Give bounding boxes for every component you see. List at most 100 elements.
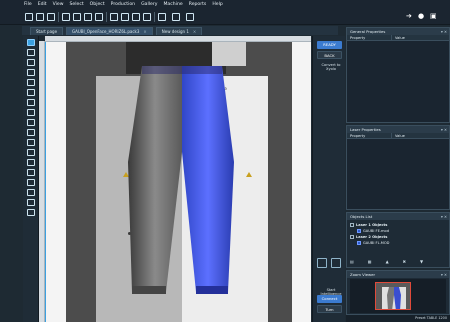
save-icon[interactable] bbox=[47, 13, 55, 21]
menu-reports[interactable]: Reports bbox=[189, 0, 207, 9]
list-item[interactable]: Laser 1 Objects bbox=[350, 223, 387, 227]
menu-object[interactable]: Object bbox=[90, 0, 105, 9]
zoom-jeans-preview bbox=[376, 283, 410, 309]
pointer-tool-icon[interactable] bbox=[27, 39, 35, 46]
checkbox-icon[interactable] bbox=[350, 235, 354, 239]
magic-wand-icon[interactable] bbox=[331, 258, 341, 268]
panel-window-controls-icon[interactable]: ▾ ✕ bbox=[441, 214, 447, 221]
paste-icon[interactable] bbox=[84, 13, 92, 21]
close-icon[interactable]: × bbox=[143, 29, 146, 34]
delete-icon[interactable] bbox=[95, 13, 103, 21]
list-item-label: GAUBI FL.MOD bbox=[363, 241, 390, 245]
convert-label[interactable]: Convert to Xyolo bbox=[317, 63, 345, 71]
list-item-label: Laser 1 Objects bbox=[356, 223, 388, 227]
panel-title-text: Laser Properties bbox=[350, 127, 381, 132]
cut-icon[interactable] bbox=[62, 13, 70, 21]
toolbar-divider bbox=[106, 12, 107, 22]
checkbox-icon[interactable] bbox=[350, 223, 354, 227]
zoom-preview[interactable] bbox=[350, 279, 446, 313]
main-toolbar: ➔ ● ▣ bbox=[0, 9, 450, 25]
window-icon[interactable]: ▣ bbox=[430, 12, 437, 20]
erase-tool-icon[interactable] bbox=[27, 99, 35, 106]
jeans-garment bbox=[128, 66, 234, 294]
jeans-photo: jeanologia bbox=[66, 42, 292, 322]
text-tool-icon[interactable] bbox=[27, 169, 35, 176]
trash-icon[interactable]: ✖ bbox=[403, 259, 406, 264]
undo-icon[interactable] bbox=[110, 13, 118, 21]
move-down-icon[interactable]: ▼ bbox=[420, 259, 423, 264]
redo-icon[interactable] bbox=[121, 13, 129, 21]
laser-icon[interactable] bbox=[186, 13, 194, 21]
column-value: Value bbox=[395, 134, 405, 138]
menu-edit[interactable]: Edit bbox=[38, 0, 47, 9]
open-folder-icon[interactable] bbox=[36, 13, 44, 21]
new-file-icon[interactable] bbox=[25, 13, 33, 21]
rectangle-tool-icon[interactable] bbox=[27, 139, 35, 146]
panel-title: Zoom Viewer ▾ ✕ bbox=[347, 271, 449, 278]
menu-gallery[interactable]: Gallery bbox=[141, 0, 157, 9]
panel-window-controls-icon[interactable]: ▾ ✕ bbox=[441, 127, 447, 134]
star-tool-icon[interactable] bbox=[27, 159, 35, 166]
layers-icon[interactable] bbox=[143, 13, 151, 21]
column-property: Property bbox=[347, 133, 392, 138]
copy-icon[interactable] bbox=[73, 13, 81, 21]
panel-title: Laser Properties ▾ ✕ bbox=[347, 126, 449, 133]
eyedropper-tool-icon[interactable] bbox=[27, 209, 35, 216]
back-button[interactable]: BACK bbox=[317, 51, 342, 59]
document-tabs: Start page GAUBI_OpenFace_HORIZ6L.pack3 ×… bbox=[22, 26, 338, 35]
connect-button[interactable]: Connect bbox=[317, 295, 342, 303]
pattern-tool-icon[interactable] bbox=[27, 189, 35, 196]
laser-properties-panel: Laser Properties ▾ ✕ Property Value bbox=[346, 125, 450, 210]
zoom-viewer-panel: Zoom Viewer ▾ ✕ bbox=[346, 270, 450, 315]
layer-color-icon bbox=[357, 229, 361, 233]
tab-gaubi-pack[interactable]: GAUBI_OpenFace_HORIZ6L.pack3 × bbox=[66, 27, 153, 35]
pen-tool-icon[interactable] bbox=[27, 89, 35, 96]
list-item-label: GAUBI FE.mod bbox=[363, 229, 390, 233]
zoom-tool-icon[interactable] bbox=[27, 79, 35, 86]
list-item[interactable]: Laser 2 Objects bbox=[350, 235, 387, 239]
node-tool-icon[interactable] bbox=[27, 49, 35, 56]
ellipse-tool-icon[interactable] bbox=[27, 129, 35, 136]
polygon-tool-icon[interactable] bbox=[27, 149, 35, 156]
tab-start-page[interactable]: Start page bbox=[30, 27, 64, 35]
zoom-thumbnail[interactable] bbox=[375, 282, 411, 310]
brush-icon[interactable] bbox=[317, 258, 327, 268]
toolbar-divider bbox=[154, 12, 155, 22]
tab-new-design[interactable]: New design 1 × bbox=[155, 27, 203, 35]
settings-icon[interactable] bbox=[172, 13, 180, 21]
move-up-icon[interactable]: ▲ bbox=[386, 259, 389, 264]
line-tool-icon[interactable] bbox=[27, 109, 35, 116]
grid-icon[interactable] bbox=[132, 13, 140, 21]
group-icon[interactable]: ▦ bbox=[368, 259, 372, 264]
hand-tool-icon[interactable] bbox=[27, 59, 35, 66]
close-icon[interactable]: × bbox=[193, 29, 196, 34]
grey-jeans-half bbox=[128, 66, 182, 292]
help-icon[interactable]: ● bbox=[418, 12, 424, 20]
crop-tool-icon[interactable] bbox=[27, 69, 35, 76]
brush-tool-icon[interactable] bbox=[27, 119, 35, 126]
property-grid[interactable] bbox=[347, 41, 449, 122]
menu-production[interactable]: Production bbox=[111, 0, 135, 9]
list-item[interactable]: GAUBI FE.mod bbox=[357, 229, 389, 233]
image-icon[interactable] bbox=[158, 13, 166, 21]
menu-select[interactable]: Select bbox=[70, 0, 84, 9]
folder-icon[interactable]: ▤ bbox=[350, 259, 354, 264]
menu-machine[interactable]: Machine bbox=[163, 0, 182, 9]
general-properties-panel: General Properties ▾ ✕ Property Value bbox=[346, 27, 450, 123]
pin-icon[interactable]: ➔ bbox=[406, 12, 412, 20]
ready-button[interactable]: READY bbox=[317, 41, 342, 49]
menu-help[interactable]: Help bbox=[212, 0, 222, 9]
panel-title: General Properties ▾ ✕ bbox=[347, 28, 449, 35]
menu-file[interactable]: File bbox=[24, 0, 32, 9]
list-item[interactable]: GAUBI FL.MOD bbox=[357, 241, 389, 245]
menu-view[interactable]: View bbox=[53, 0, 64, 9]
right-action-panel: READY BACK Convert to Xyolo Start Intell… bbox=[312, 36, 345, 322]
turn-button[interactable]: Turn bbox=[317, 305, 342, 313]
panel-window-controls-icon[interactable]: ▾ ✕ bbox=[441, 272, 447, 279]
curve-tool-icon[interactable] bbox=[27, 179, 35, 186]
fill-tool-icon[interactable] bbox=[27, 199, 35, 206]
panel-title: Objects List ▾ ✕ bbox=[347, 213, 449, 220]
design-canvas[interactable]: jeanologia bbox=[45, 42, 311, 322]
panel-window-controls-icon[interactable]: ▾ ✕ bbox=[441, 29, 447, 36]
property-grid[interactable] bbox=[347, 139, 449, 209]
